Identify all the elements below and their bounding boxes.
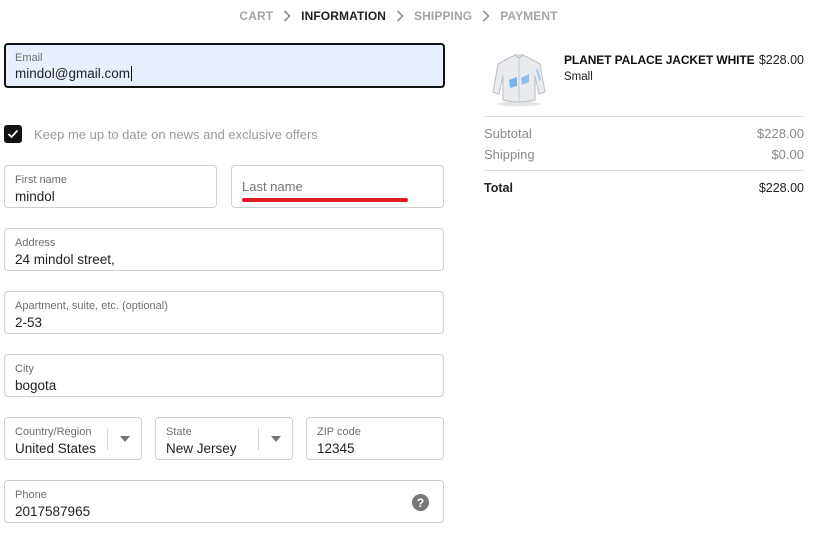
product-price: $228.00 [758,53,804,67]
city-field[interactable]: City bogota [4,354,444,397]
apartment-field[interactable]: Apartment, suite, etc. (optional) 2-53 [4,291,444,334]
breadcrumb-cart[interactable]: CART [239,9,273,23]
zip-label: ZIP code [317,426,361,438]
address-value: 24 mindol street, [15,252,115,267]
product-thumbnail [489,50,549,108]
breadcrumb-information: INFORMATION [301,9,387,23]
breadcrumb: CART INFORMATION SHIPPING PAYMENT [0,9,827,23]
checkmark-icon [7,129,19,139]
question-mark-icon[interactable]: ? [412,494,429,511]
first-name-field[interactable]: First name mindol [4,165,217,208]
apartment-label: Apartment, suite, etc. (optional) [15,300,168,312]
email-field[interactable]: Email mindol@gmail.com [4,43,445,88]
city-value: bogota [15,378,57,393]
subtotal-value: $228.00 [757,126,804,141]
address-field[interactable]: Address 24 mindol street, [4,228,444,271]
chevron-right-icon [275,9,299,23]
country-select[interactable]: Country/Region United States [4,417,142,460]
state-value: New Jersey [166,441,237,456]
newsletter-label[interactable]: Keep me up to date on news and exclusive… [34,127,318,142]
address-label: Address [15,237,56,249]
phone-value: 2017587965 [15,504,91,519]
subtotal-label: Subtotal [484,126,532,141]
country-value: United States [15,441,97,456]
divider [484,170,804,171]
zip-field[interactable]: ZIP code 12345 [306,417,444,460]
last-name-field[interactable]: Last name [231,165,444,208]
chevron-right-icon [388,9,412,23]
state-select[interactable]: State New Jersey [155,417,293,460]
first-name-label: First name [15,174,67,186]
first-name-value: mindol [15,189,55,204]
breadcrumb-payment: PAYMENT [500,9,558,23]
chevron-down-icon[interactable] [258,428,292,450]
shipping-value: $0.00 [771,147,804,162]
email-label: Email [15,52,43,64]
text-caret [131,66,132,81]
phone-label: Phone [15,489,47,501]
divider [484,116,804,117]
phone-field[interactable]: Phone 2017587965 ? [4,480,444,523]
email-value[interactable]: mindol@gmail.com [15,66,132,81]
city-label: City [15,363,34,375]
newsletter-checkbox[interactable] [4,125,22,143]
product-name: PLANET PALACE JACKET WHITE [564,53,755,67]
chevron-down-icon[interactable] [107,428,141,450]
country-label: Country/Region [15,426,92,438]
breadcrumb-shipping: SHIPPING [414,9,473,23]
email-text: mindol@gmail.com [15,66,130,81]
total-label: Total [484,181,513,195]
shipping-label: Shipping [484,147,535,162]
product-variant: Small [564,71,593,83]
error-underline [242,198,408,202]
chevron-right-icon [474,9,498,23]
state-label: State [166,426,192,438]
total-value: $228.00 [758,181,804,195]
last-name-placeholder: Last name [242,179,303,194]
zip-value: 12345 [317,441,355,456]
apartment-value: 2-53 [15,315,43,330]
